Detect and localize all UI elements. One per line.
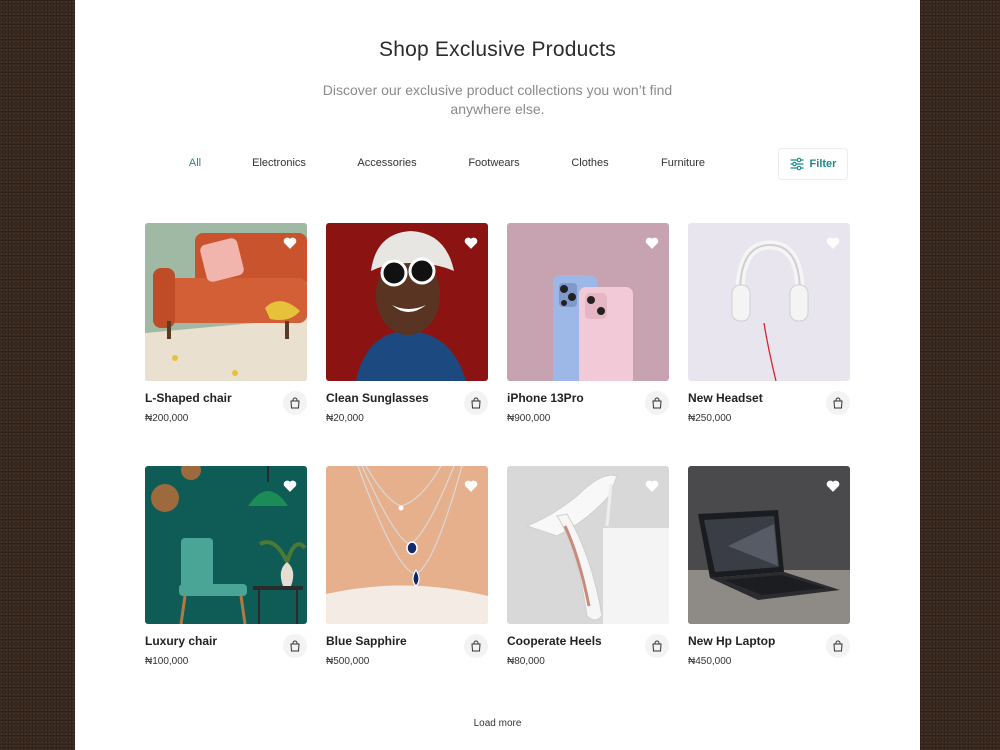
product-price: ₦250,000	[688, 413, 732, 424]
sliders-icon	[789, 157, 804, 171]
product-price: ₦80,000	[507, 656, 545, 667]
product-image-luxury-chair[interactable]	[145, 466, 307, 624]
product-image-heels[interactable]	[507, 466, 669, 624]
tab-clothes[interactable]: Clothes	[571, 157, 608, 169]
heart-icon[interactable]	[826, 479, 840, 493]
product-price: ₦200,000	[145, 413, 189, 424]
product-image-sofa[interactable]	[145, 223, 307, 381]
product-name: Cooperate Heels	[507, 634, 602, 648]
heart-icon[interactable]	[826, 236, 840, 250]
shopping-bag-icon	[290, 397, 300, 409]
shopping-bag-icon	[833, 640, 843, 652]
product-card[interactable]: New Headset ₦250,000	[688, 223, 850, 424]
add-to-cart-button[interactable]	[464, 391, 488, 415]
product-name: L-Shaped chair	[145, 391, 232, 405]
product-name: New Headset	[688, 391, 763, 405]
add-to-cart-button[interactable]	[283, 634, 307, 658]
product-image-headset[interactable]	[688, 223, 850, 381]
product-name: Luxury chair	[145, 634, 218, 648]
product-card[interactable]: Clean Sunglasses ₦20,000	[326, 223, 488, 424]
product-card[interactable]: Luxury chair ₦100,000	[145, 466, 307, 667]
heart-icon[interactable]	[283, 479, 297, 493]
product-name: iPhone 13Pro	[507, 391, 584, 405]
product-price: ₦100,000	[145, 656, 189, 667]
product-price: ₦20,000	[326, 413, 364, 424]
product-image-laptop[interactable]	[688, 466, 850, 624]
product-card[interactable]: iPhone 13Pro ₦900,000	[507, 223, 669, 424]
product-price: ₦450,000	[688, 656, 732, 667]
add-to-cart-button[interactable]	[464, 634, 488, 658]
product-image-necklace[interactable]	[326, 466, 488, 624]
product-image-sunglasses[interactable]	[326, 223, 488, 381]
heart-icon[interactable]	[645, 236, 659, 250]
product-price: ₦900,000	[507, 413, 551, 424]
add-to-cart-button[interactable]	[826, 391, 850, 415]
shopping-bag-icon	[471, 640, 481, 652]
filter-label: Filter	[809, 158, 837, 170]
filter-button[interactable]: Filter	[778, 148, 848, 180]
tab-footwears[interactable]: Footwears	[468, 157, 519, 169]
tab-accessories[interactable]: Accessories	[357, 157, 416, 169]
add-to-cart-button[interactable]	[645, 634, 669, 658]
product-name: Clean Sunglasses	[326, 391, 429, 405]
product-card[interactable]: L-Shaped chair ₦200,000	[145, 223, 307, 424]
load-more-button[interactable]: Load more	[474, 718, 522, 729]
page-title: Shop Exclusive Products	[379, 38, 616, 61]
tab-all[interactable]: All	[189, 157, 201, 169]
shopping-bag-icon	[652, 640, 662, 652]
add-to-cart-button[interactable]	[283, 391, 307, 415]
add-to-cart-button[interactable]	[826, 634, 850, 658]
shopping-bag-icon	[471, 397, 481, 409]
shopping-bag-icon	[652, 397, 662, 409]
heart-icon[interactable]	[464, 479, 478, 493]
product-image-iphone[interactable]	[507, 223, 669, 381]
shopping-bag-icon	[290, 640, 300, 652]
page-subtitle: Discover our exclusive product collectio…	[322, 82, 673, 117]
product-name: New Hp Laptop	[688, 634, 776, 648]
product-card[interactable]: New Hp Laptop ₦450,000	[688, 466, 850, 667]
product-card[interactable]: Blue Sapphire ₦500,000	[326, 466, 488, 667]
heart-icon[interactable]	[464, 236, 478, 250]
add-to-cart-button[interactable]	[645, 391, 669, 415]
product-name: Blue Sapphire	[326, 634, 407, 648]
product-price: ₦500,000	[326, 656, 370, 667]
tab-furniture[interactable]: Furniture	[661, 157, 705, 169]
heart-icon[interactable]	[283, 236, 297, 250]
shopping-bag-icon	[833, 397, 843, 409]
page-container: Shop Exclusive Products Discover our exc…	[75, 0, 920, 750]
heart-icon[interactable]	[645, 479, 659, 493]
tab-electronics[interactable]: Electronics	[252, 157, 306, 169]
product-card[interactable]: Cooperate Heels ₦80,000	[507, 466, 669, 667]
